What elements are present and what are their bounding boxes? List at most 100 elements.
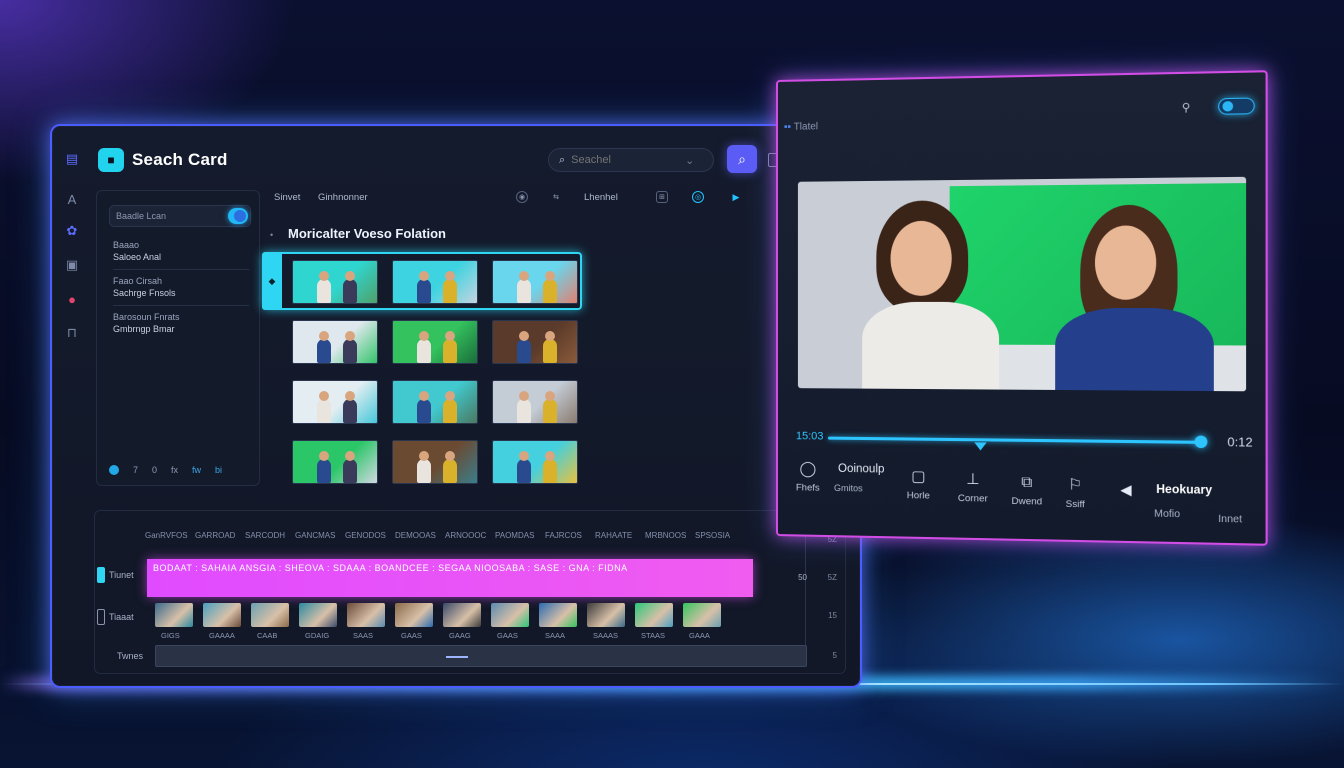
row-selector-icon[interactable]: ◆ [262, 252, 282, 310]
track-color-chip [97, 609, 105, 625]
video-thumbnail[interactable] [292, 320, 378, 364]
control-dwend[interactable]: ⧉ Dwend [1011, 473, 1042, 507]
filter-group-3[interactable]: Barosoun Fnrats Gmbrngp Bmar [113, 311, 249, 335]
globe-icon[interactable] [109, 465, 119, 475]
menu-icon[interactable]: ▤ [63, 150, 81, 168]
right-label: 5 [833, 651, 837, 660]
playback-progress[interactable]: 15:03 0:12 [796, 428, 1253, 454]
footer-item[interactable]: 0 [152, 465, 157, 475]
timeline-clip[interactable] [155, 603, 193, 627]
sliders-icon[interactable]: ⇆ [550, 191, 562, 203]
timeline-scrollbar[interactable] [155, 645, 807, 667]
folder-icon[interactable]: ⊓ [63, 324, 81, 342]
video-thumbnail[interactable] [392, 260, 478, 304]
results-title: Moricalter Voeso Folation [288, 226, 446, 241]
control-corner[interactable]: ⊥ Corner [958, 471, 988, 505]
palette-icon[interactable]: ✿ [63, 222, 81, 240]
filter-search-field[interactable]: Baadle Lcan [109, 205, 251, 227]
control-comments[interactable]: ◯ Fhefs [796, 460, 820, 493]
video-thumbnail[interactable] [492, 320, 578, 364]
video-thumbnail[interactable] [492, 440, 578, 484]
video-thumbnail[interactable] [292, 380, 378, 424]
control-home[interactable]: ▢ Horle [907, 468, 930, 502]
clip-label: GDAIG [305, 631, 329, 640]
timeline-divider [805, 525, 806, 645]
tab-1[interactable]: Sinvet [274, 192, 300, 203]
track-label-3[interactable]: Twnes [117, 651, 143, 661]
scroll-handle[interactable] [446, 656, 468, 658]
main-window: ▤ A ✿ ▣ ● ⊓ ■ Seaсh Card ⌕ ⌄ ⌕ Baadle Lc… [50, 124, 862, 688]
pin-icon[interactable]: ⚲ [1182, 101, 1191, 115]
clip-label: SAAAS [593, 631, 618, 640]
video-thumbnail[interactable] [292, 260, 378, 304]
tab-3[interactable]: Lhenhel [584, 192, 618, 203]
timeline-clip[interactable] [683, 603, 721, 627]
ruler-label: DEMOOAS [395, 531, 436, 540]
timeline-clip[interactable] [347, 603, 385, 627]
timeline-clip[interactable] [251, 603, 289, 627]
clip-label: STAAS [641, 631, 665, 640]
search-button[interactable]: ⌕ [727, 145, 757, 173]
control-label: Corner [958, 493, 988, 505]
timeline-clip[interactable] [395, 603, 433, 627]
video-frame[interactable] [798, 177, 1246, 391]
filter-group-value: Gmbrngp Bmar [113, 323, 249, 335]
thumbnail-person [517, 339, 531, 363]
play-icon[interactable]: ▶ [730, 191, 742, 203]
playhead-marker[interactable] [974, 442, 986, 450]
group2-title: Heokuary [1156, 484, 1212, 497]
player-toggle[interactable] [1218, 98, 1255, 115]
filter-group-2[interactable]: Faao Cirsah Sachrge Fnsols [113, 275, 249, 306]
track-label-1[interactable]: Tiunet [97, 567, 134, 583]
video-thumbnail[interactable] [492, 380, 578, 424]
timeline-clip[interactable] [635, 603, 673, 627]
timeline-clip[interactable] [203, 603, 241, 627]
video-thumbnail[interactable] [392, 440, 478, 484]
notification-icon[interactable]: ● [63, 290, 81, 308]
search-box[interactable]: ⌕ ⌄ [548, 148, 714, 172]
back-arrow-icon[interactable]: ◀ [1120, 481, 1131, 499]
thumbnail-person [317, 459, 331, 483]
footer-item[interactable]: fx [171, 465, 178, 475]
clip-label: GAAAA [209, 631, 235, 640]
filter-toggle[interactable] [228, 208, 248, 224]
progress-knob[interactable] [1195, 436, 1208, 449]
clip-label: GAAG [449, 631, 471, 640]
clip-label: GAAA [689, 631, 710, 640]
control-ssiff[interactable]: ⚐ Ssiff [1066, 476, 1085, 510]
ruler-label: FAJRCOS [545, 531, 582, 540]
right-label: 15 [828, 611, 837, 620]
video-thumbnail[interactable] [392, 320, 478, 364]
footer-item[interactable]: 7 [133, 465, 138, 475]
group2-sub1: Mofio [1154, 508, 1180, 520]
video-thumbnail[interactable] [292, 440, 378, 484]
left-rail: ▤ A ✿ ▣ ● ⊓ [52, 126, 92, 686]
text-icon[interactable]: A [63, 190, 81, 208]
crop-icon[interactable]: ⊞ [656, 191, 668, 203]
progress-track[interactable] [828, 437, 1201, 444]
video-thumbnail[interactable] [392, 380, 478, 424]
timeline-clip[interactable] [299, 603, 337, 627]
footer-item[interactable]: fw [192, 465, 201, 475]
control-label: Fhefs [796, 482, 820, 493]
control-label: Horle [907, 490, 930, 502]
clear-icon[interactable]: ⌄ [685, 154, 694, 167]
timeline-clip[interactable] [491, 603, 529, 627]
track-label-2[interactable]: Tiaaat [97, 609, 134, 625]
total-time: 0:12 [1227, 435, 1252, 450]
thumbnail-person [517, 279, 531, 303]
timeline-clip[interactable] [539, 603, 577, 627]
footer-item[interactable]: bi [215, 465, 222, 475]
info-icon[interactable]: ◎ [692, 191, 704, 203]
filter-group-1[interactable]: Baaao Saloeo Anal [113, 239, 249, 270]
timeline-clip[interactable] [587, 603, 625, 627]
record-icon[interactable]: ◉ [516, 191, 528, 203]
search-input[interactable] [571, 154, 679, 166]
timeline-clip[interactable] [443, 603, 481, 627]
video-thumbnail[interactable] [492, 260, 578, 304]
upload-icon: ⊥ [966, 471, 979, 490]
magenta-clip-track[interactable]: BODAAT : SAHAIA ANSGIA : SHEOVA : SDAAA … [147, 559, 753, 597]
control-label: Ssiff [1066, 499, 1085, 511]
image-icon[interactable]: ▣ [63, 256, 81, 274]
tab-2[interactable]: Ginhnonner [318, 192, 368, 203]
